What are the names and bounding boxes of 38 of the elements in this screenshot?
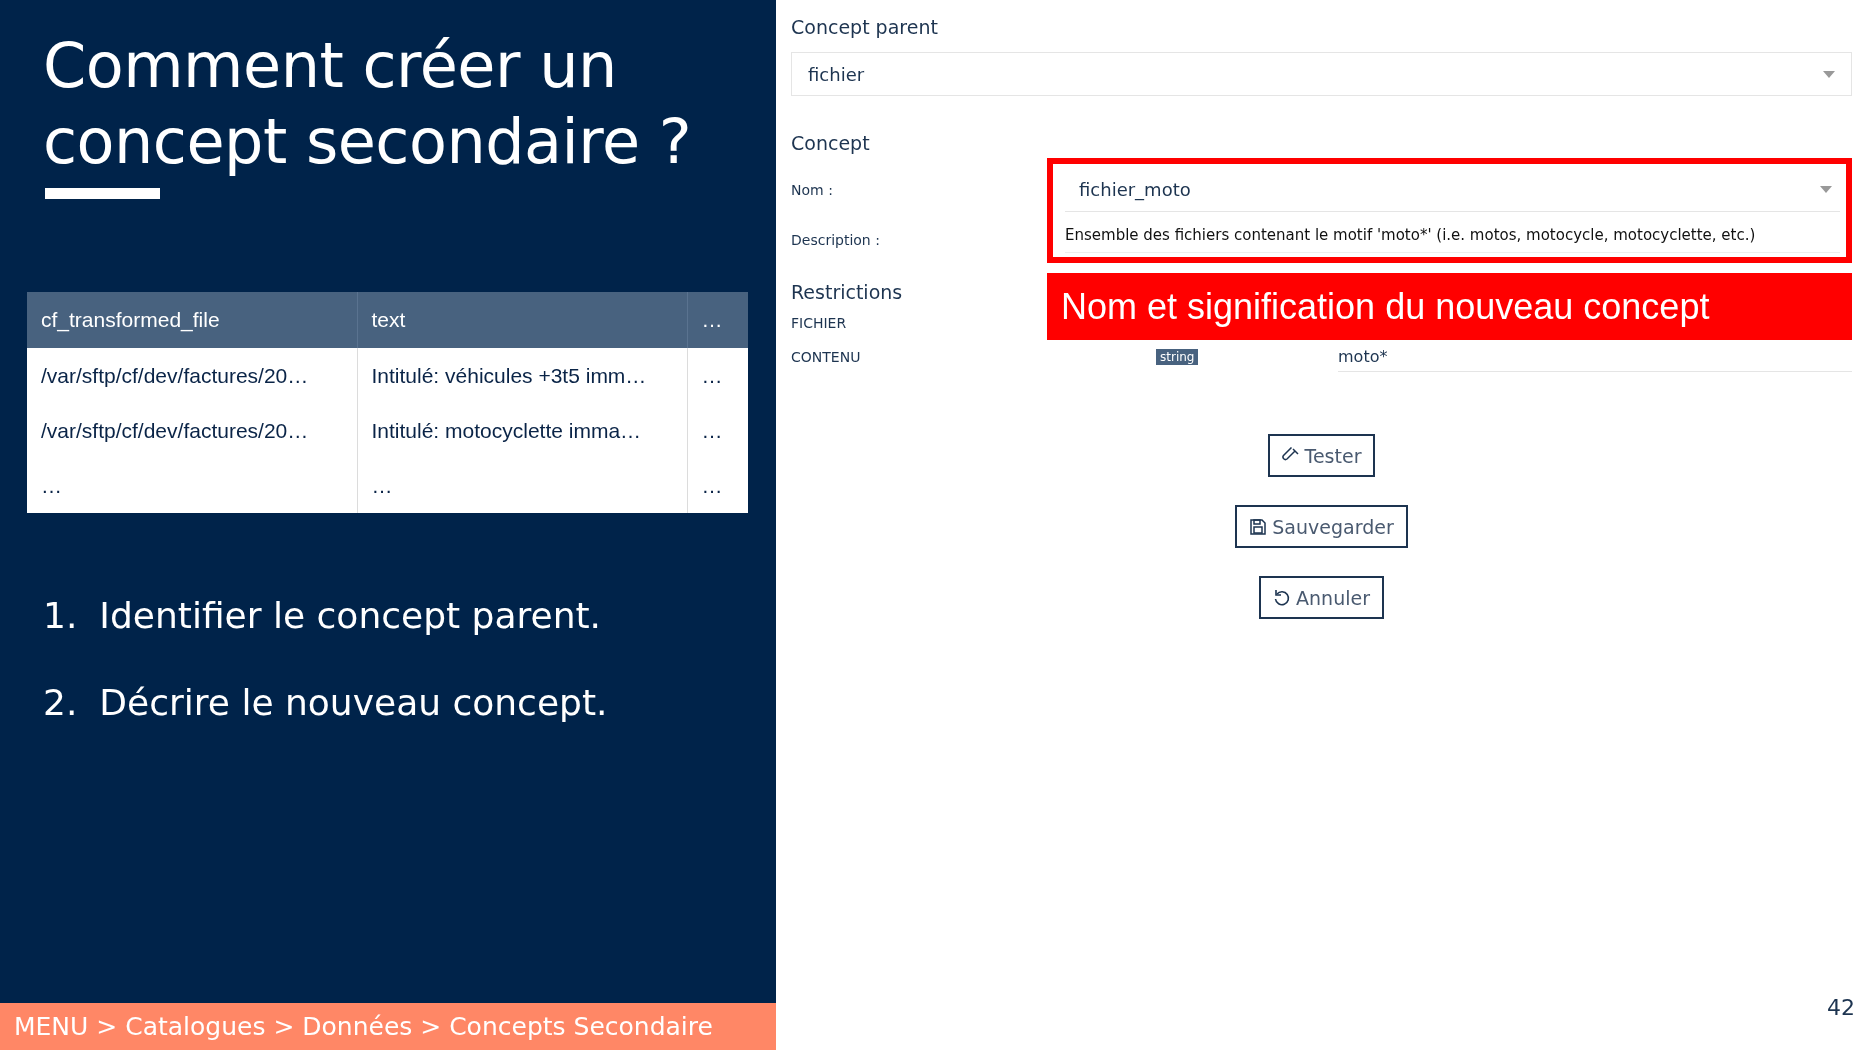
step-number: 2.: [43, 682, 78, 723]
table-cell: …: [27, 458, 357, 513]
type-tag: string: [1156, 349, 1199, 365]
undo-icon: [1273, 588, 1292, 607]
column-header: text: [357, 292, 687, 348]
table-cell: Intitulé: véhicules +3t5 imm…: [357, 348, 687, 403]
breadcrumb: MENU > Catalogues > Données > Concepts Secondaire: [14, 1012, 713, 1041]
cancel-button[interactable]: Annuler: [1259, 576, 1384, 619]
table-cell: /var/sftp/cf/dev/factures/20…: [27, 403, 357, 458]
name-select[interactable]: fichier_moto: [1065, 168, 1840, 212]
restriction-label: FICHIER: [791, 315, 848, 331]
section-heading: Concept parent: [791, 16, 939, 38]
column-header: …: [687, 292, 748, 348]
restriction-value-field[interactable]: moto*: [1338, 342, 1852, 372]
callout-text: Nom et signification du nouveau concept: [1061, 285, 1710, 328]
slide-title: Comment créer un concept secondaire ?: [43, 28, 693, 180]
field-label: Nom :: [791, 182, 834, 198]
test-button[interactable]: Tester: [1267, 434, 1376, 477]
table-cell: …: [687, 403, 748, 458]
section-heading: Concept: [791, 132, 871, 154]
table-cell: …: [687, 458, 748, 513]
table-cell: /var/sftp/cf/dev/factures/20…: [27, 348, 357, 403]
description-field[interactable]: Ensemble des fichiers contenant le motif 'moto*' (i.e. motos, motocycle, motocyclette, etc.): [1065, 220, 1840, 253]
step-text: Décrire le nouveau concept.: [99, 682, 608, 723]
step-number: 1.: [43, 595, 78, 636]
dropdown-caret-icon: [1823, 70, 1835, 78]
table-cell: …: [357, 458, 687, 513]
section-heading: Restrictions: [791, 280, 904, 303]
table-cell: …: [687, 348, 748, 403]
parent-select[interactable]: fichier: [791, 52, 1852, 96]
dropdown-caret-icon: [1820, 186, 1832, 193]
step-text: Identifier le concept parent.: [99, 595, 601, 636]
field-label: Description :: [791, 232, 881, 248]
save-button[interactable]: Sauvegarder: [1235, 505, 1408, 548]
page-number: 42: [1827, 995, 1855, 1020]
column-header: cf_transformed_file: [27, 292, 357, 348]
table-cell: Intitulé: motocyclette imma…: [357, 403, 687, 458]
restriction-label: CONTENU: [791, 349, 862, 365]
